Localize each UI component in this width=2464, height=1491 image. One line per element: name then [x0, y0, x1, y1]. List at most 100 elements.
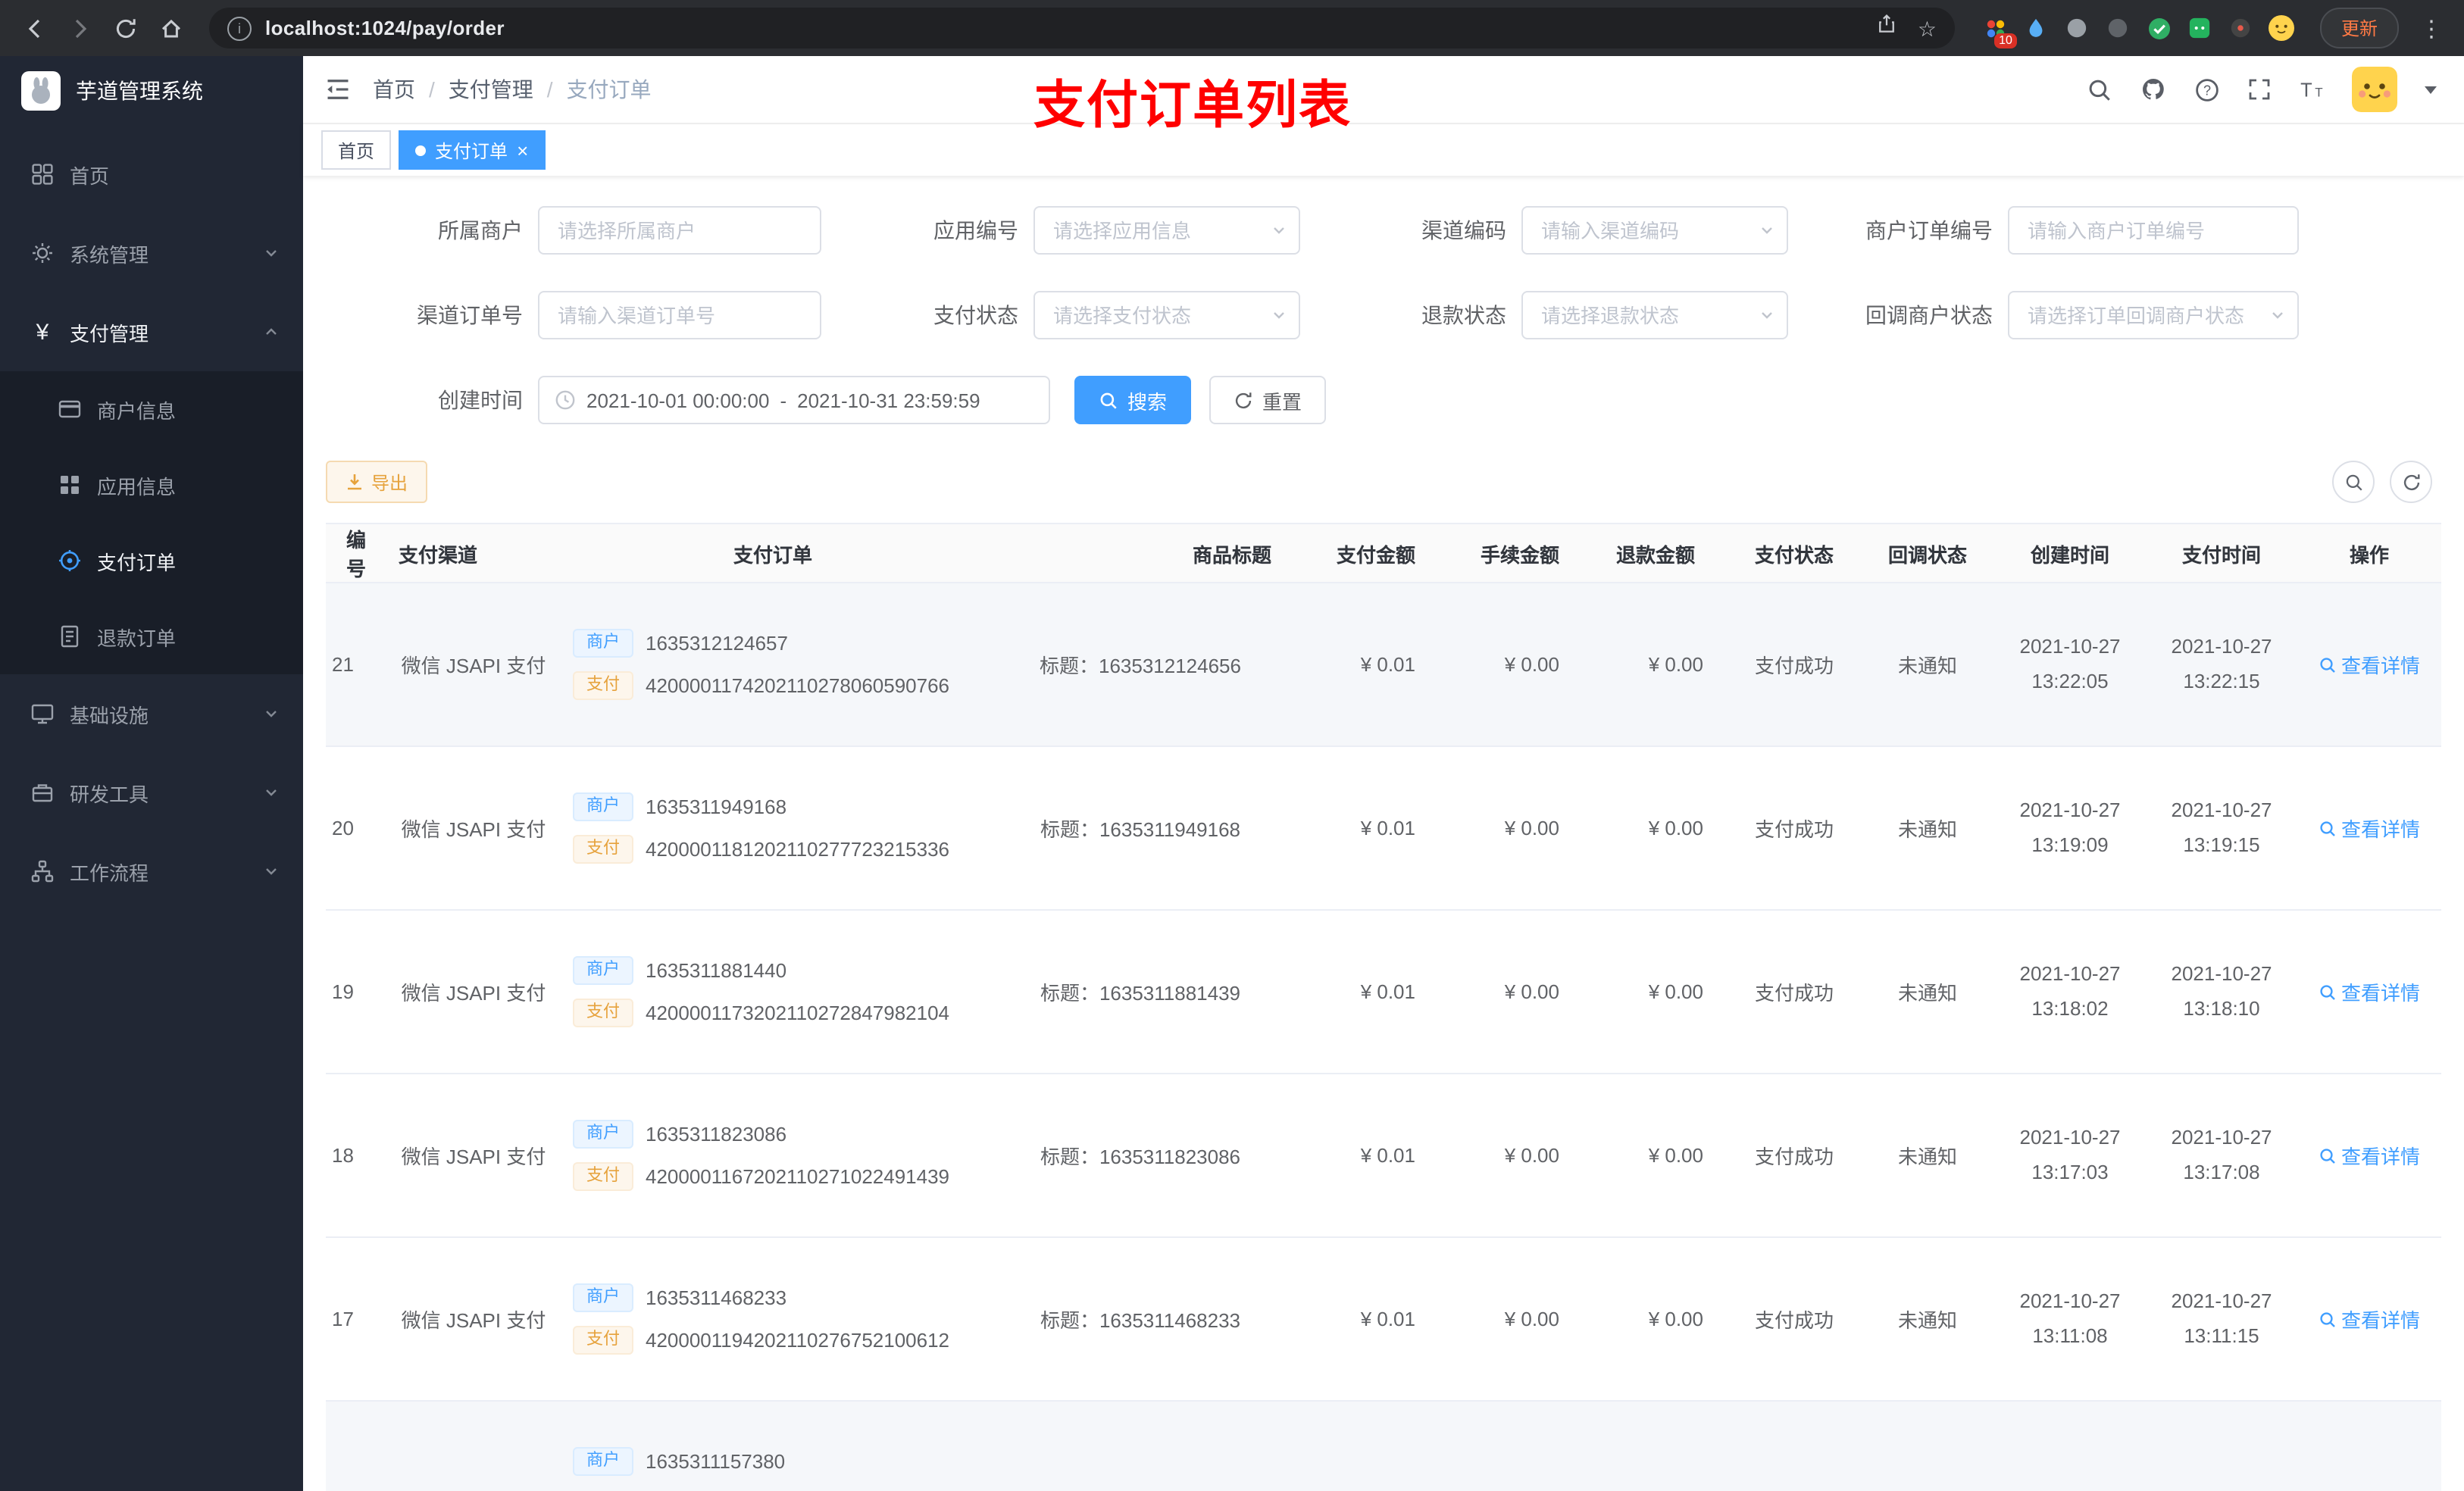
channel-order-no-field[interactable] — [538, 291, 821, 339]
chrome-update-button[interactable]: 更新 — [2319, 8, 2399, 48]
pay-tag: 支付 — [573, 1326, 633, 1355]
sidebar-item-app-info[interactable]: 应用信息 — [0, 447, 303, 523]
reload-button[interactable] — [106, 8, 145, 48]
cell-status: 支付成功 — [1728, 910, 1861, 1074]
view-detail-link[interactable]: 查看详情 — [2319, 977, 2420, 1006]
table-row: 21 微信 JSAPI 支付 商户 1635312124657 支付 42000… — [326, 583, 2441, 747]
create-time-range-picker[interactable]: 2021-10-01 00:00:00 - 2021-10-31 23:59:5… — [538, 376, 1050, 424]
merchant-order-no: 1635311468233 — [646, 1286, 787, 1309]
merchant-select-input[interactable] — [558, 219, 808, 242]
cell-id: 21 — [326, 583, 386, 747]
table-header-cell: 编号 — [326, 523, 386, 583]
refund-status-input[interactable] — [1541, 304, 1753, 327]
merchant-select[interactable] — [538, 206, 821, 255]
callback-status-select[interactable] — [2008, 291, 2299, 339]
collapse-sidebar-icon[interactable] — [324, 76, 352, 103]
sidebar-item-system[interactable]: 系统管理 — [0, 214, 303, 292]
site-info-icon[interactable]: i — [227, 16, 252, 40]
merchant-order-no: 1635311823086 — [646, 1123, 787, 1146]
cell-fee: ¥ 0.00 — [1440, 583, 1584, 747]
breadcrumb-home[interactable]: 首页 — [373, 74, 415, 105]
search-icon — [1100, 392, 1117, 408]
browser-menu-icon[interactable]: ⋮ — [2414, 14, 2449, 42]
bookmark-star-icon[interactable]: ☆ — [1918, 17, 1937, 39]
font-size-icon[interactable]: TT — [2299, 77, 2325, 102]
extension-icon-check[interactable] — [2146, 14, 2173, 42]
extension-icon-colorful[interactable]: 10 — [1982, 14, 2017, 48]
page-content: 所属商户 应用编号 渠道编码 — [303, 176, 2464, 1491]
breadcrumb-current: 支付订单 — [566, 77, 652, 102]
filter-row-3: 创建时间 2021-10-01 00:00:00 - 2021-10-31 23… — [326, 376, 2441, 424]
avatar-caret-icon[interactable] — [2425, 86, 2437, 93]
back-button[interactable] — [15, 8, 55, 48]
sidebar-item-pay-manage[interactable]: ¥ 支付管理 — [0, 292, 303, 371]
sidebar-menu: 首页 系统管理 ¥ 支付管理 商户信息 应用信息 支付订单 退款订单 基础设施 … — [0, 126, 303, 911]
table-header-cell: 支付渠道 — [386, 523, 561, 583]
cell-channel: 微信 JSAPI 支付 — [386, 583, 561, 747]
view-detail-link[interactable]: 查看详情 — [2319, 650, 2420, 679]
sidebar-item-pay-order[interactable]: 支付订单 — [0, 523, 303, 599]
header-search-icon[interactable] — [2087, 77, 2112, 102]
sidebar-item-merchant-info[interactable]: 商户信息 — [0, 371, 303, 447]
search-icon — [2320, 1148, 2335, 1163]
refresh-table-button[interactable] — [2390, 461, 2432, 503]
fullscreen-icon[interactable] — [2247, 77, 2272, 102]
merchant-tag: 商户 — [573, 1283, 633, 1312]
github-icon[interactable] — [2140, 76, 2167, 103]
merchant-order-no-input[interactable] — [2028, 219, 2285, 242]
toggle-search-button[interactable] — [2332, 461, 2375, 503]
cell-pay-order: 商户 1635311949168 支付 42000011812021102777… — [561, 746, 985, 911]
monitor-icon — [31, 704, 54, 724]
breadcrumb-pay-manage[interactable]: 支付管理 — [449, 74, 533, 105]
pay-tag: 支付 — [573, 999, 633, 1027]
extension-icon-pin[interactable] — [2228, 14, 2255, 42]
extension-badge: 10 — [1994, 33, 2017, 48]
channel-code-input[interactable] — [1541, 219, 1753, 242]
search-icon — [2320, 657, 2335, 672]
tab-close-icon[interactable]: × — [517, 140, 528, 160]
date-start: 2021-10-01 00:00:00 — [586, 389, 770, 411]
tab-pay-order[interactable]: 支付订单 × — [399, 130, 546, 170]
table-header-cell: 创建时间 — [1994, 523, 2146, 583]
cell-notify: 未通知 — [1861, 746, 1994, 911]
user-avatar[interactable] — [2352, 67, 2397, 112]
sidebar-item-infra[interactable]: 基础设施 — [0, 674, 303, 753]
address-bar[interactable]: i localhost:1024/pay/order ☆ — [209, 8, 1955, 48]
merchant-order-no: 1635312124657 — [646, 632, 788, 655]
refund-status-select[interactable] — [1521, 291, 1788, 339]
channel-code-select[interactable] — [1521, 206, 1788, 255]
callback-status-input[interactable] — [2028, 304, 2264, 327]
pay-status-input[interactable] — [1053, 304, 1265, 327]
view-detail-link[interactable]: 查看详情 — [2319, 814, 2420, 842]
extension-icon-gray[interactable] — [2064, 14, 2091, 42]
extension-icon-droplet[interactable] — [2023, 14, 2050, 42]
app-no-select[interactable] — [1033, 206, 1300, 255]
extension-icon-dark[interactable] — [2105, 14, 2132, 42]
view-detail-link[interactable]: 查看详情 — [2319, 1305, 2420, 1333]
reset-button[interactable]: 重置 — [1209, 376, 1327, 424]
sidebar-submenu-pay: 商户信息 应用信息 支付订单 退款订单 — [0, 371, 303, 674]
merchant-order-no-field[interactable] — [2008, 206, 2299, 255]
date-separator: - — [780, 389, 787, 411]
channel-order-no-input[interactable] — [558, 304, 808, 327]
sidebar-item-refund-order[interactable]: 退款订单 — [0, 599, 303, 674]
cell-amount: ¥ 0.01 — [1296, 583, 1440, 747]
help-icon[interactable]: ? — [2194, 77, 2220, 102]
browser-profile-avatar[interactable] — [2269, 14, 2296, 42]
app-no-select-input[interactable] — [1053, 219, 1265, 242]
forward-button[interactable] — [61, 8, 100, 48]
sidebar-item-dev-tools[interactable]: 研发工具 — [0, 753, 303, 832]
share-icon[interactable] — [1877, 14, 1898, 42]
export-button[interactable]: 导出 — [326, 461, 428, 503]
extension-icon-green-square[interactable] — [2187, 14, 2214, 42]
chevron-down-icon — [1271, 223, 1287, 238]
tab-home[interactable]: 首页 — [321, 130, 392, 170]
view-detail-link[interactable]: 查看详情 — [2319, 1141, 2420, 1170]
pay-status-select[interactable] — [1033, 291, 1300, 339]
sidebar-item-workflow[interactable]: 工作流程 — [0, 832, 303, 911]
app-header: 首页 / 支付管理 / 支付订单 ? T T — [303, 56, 2464, 124]
sidebar-item-home[interactable]: 首页 — [0, 135, 303, 214]
home-button[interactable] — [152, 8, 191, 48]
cell-notify: 未通知 — [1861, 583, 1994, 747]
search-button[interactable]: 搜索 — [1074, 376, 1192, 424]
